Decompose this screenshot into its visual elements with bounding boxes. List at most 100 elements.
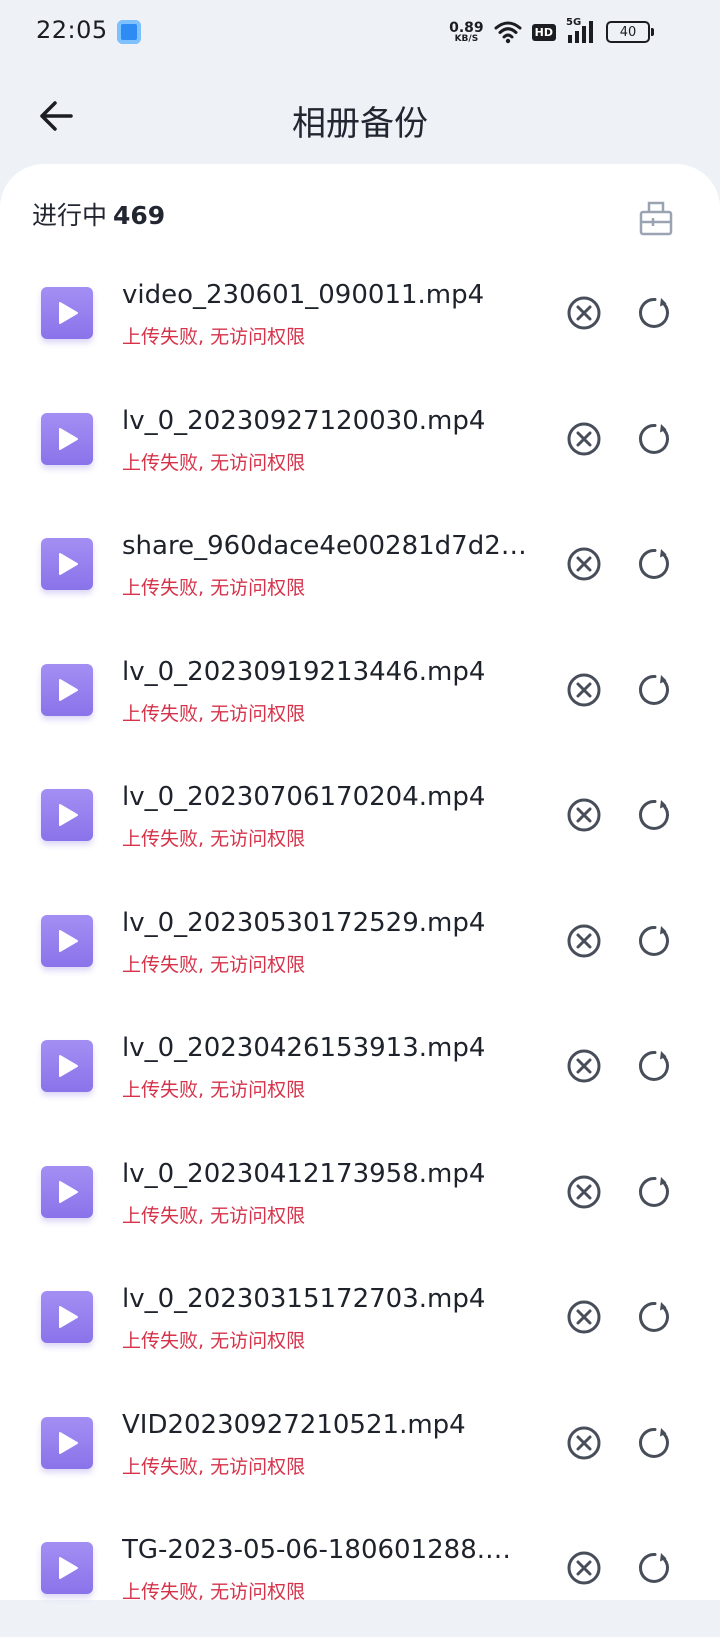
file-status: 上传失败, 无访问权限 [122, 953, 306, 976]
video-play-icon [59, 804, 78, 826]
list-item[interactable]: TG-2023-05-06-180601288.m... 上传失败, 无访问权限 [0, 1511, 720, 1637]
retry-upload-button[interactable] [637, 797, 673, 833]
cancel-upload-button[interactable] [566, 1550, 602, 1586]
cancel-upload-button[interactable] [566, 797, 602, 833]
cancel-upload-button[interactable] [566, 1048, 602, 1084]
cancel-upload-button[interactable] [566, 1174, 602, 1210]
retry-upload-button[interactable] [637, 421, 673, 457]
refresh-icon [639, 674, 669, 705]
cellular-signal: 5G [566, 17, 596, 45]
battery-level: 40 [619, 24, 637, 40]
retry-upload-button[interactable] [637, 923, 673, 959]
video-play-icon [59, 1431, 78, 1454]
list-item[interactable]: lv_0_20230315172703.mp4 上传失败, 无访问权限 [0, 1260, 720, 1386]
video-file-icon [41, 1416, 93, 1469]
video-play-icon [59, 678, 78, 701]
network-speed-value: 0.89 [449, 19, 484, 36]
refresh-icon [639, 1427, 669, 1458]
circle-x-icon [567, 924, 601, 957]
refresh-icon [639, 925, 669, 956]
retry-upload-button[interactable] [637, 1425, 673, 1461]
status-indicators: 0.89 KB/S HD 5G 40 [449, 16, 654, 48]
circle-x-icon [567, 673, 601, 706]
file-name: lv_0_20230426153913.mp4 [122, 1033, 486, 1063]
video-file-icon [41, 1040, 93, 1092]
video-file-icon [41, 789, 93, 841]
file-list: video_230601_090011.mp4 上传失败, 无访问权限 lv_0… [0, 256, 720, 1637]
in-progress-count: 469 [113, 201, 166, 230]
cancel-upload-button[interactable] [566, 1425, 602, 1461]
refresh-icon [639, 1552, 669, 1583]
video-play-icon [59, 553, 78, 575]
status-time: 22:05 [36, 16, 108, 44]
file-status: 上传失败, 无访问权限 [122, 702, 306, 725]
file-name: lv_0_20230530172529.mp4 [122, 907, 486, 938]
cancel-upload-button[interactable] [566, 546, 602, 582]
file-name: TG-2023-05-06-180601288.m... [122, 1535, 532, 1565]
video-file-icon [41, 1291, 93, 1343]
refresh-icon [639, 1176, 669, 1207]
refresh-icon [639, 548, 669, 579]
file-status: 上传失败, 无访问权限 [122, 828, 306, 850]
cancel-upload-button[interactable] [566, 1299, 602, 1335]
retry-upload-button[interactable] [637, 546, 673, 582]
retry-upload-button[interactable] [637, 1299, 673, 1335]
refresh-icon [639, 1301, 669, 1332]
app-notification-icon [117, 20, 141, 44]
list-item[interactable]: video_230601_090011.mp4 上传失败, 无访问权限 [0, 256, 720, 382]
cancel-upload-button[interactable] [566, 295, 602, 331]
video-play-icon [59, 1180, 78, 1203]
retry-upload-button[interactable] [637, 672, 673, 708]
refresh-icon [639, 297, 669, 328]
page-title: 相册备份 [292, 104, 428, 144]
list-item[interactable]: lv_0_20230706170204.mp4 上传失败, 无访问权限 [0, 758, 720, 884]
cancel-upload-button[interactable] [566, 421, 602, 457]
file-status: 上传失败, 无访问权限 [122, 1079, 306, 1101]
list-item[interactable]: lv_0_20230412173958.mp4 上传失败, 无访问权限 [0, 1135, 720, 1261]
cancel-upload-button[interactable] [566, 923, 602, 959]
circle-x-icon [567, 1049, 601, 1083]
list-item[interactable]: share_960dace4e00281d7d20... 上传失败, 无访问权限 [0, 507, 720, 633]
cancel-upload-button[interactable] [566, 672, 602, 708]
list-item[interactable]: lv_0_20230927120030.mp4 上传失败, 无访问权限 [0, 382, 720, 508]
list-item[interactable]: VID20230927210521.mp4 上传失败, 无访问权限 [0, 1386, 720, 1512]
retry-upload-button[interactable] [637, 1550, 673, 1586]
circle-x-icon [567, 422, 601, 455]
hd-badge: HD [531, 23, 556, 41]
video-file-icon [41, 663, 93, 716]
circle-x-icon [567, 798, 601, 832]
video-file-icon [41, 287, 93, 339]
signal-bars-icon [568, 21, 593, 43]
video-play-icon [59, 302, 78, 324]
video-play-icon [59, 1055, 78, 1077]
file-name: VID20230927210521.mp4 [122, 1409, 466, 1440]
retry-upload-button[interactable] [637, 1174, 673, 1210]
video-file-icon [41, 1542, 93, 1594]
retry-upload-button[interactable] [637, 295, 673, 331]
in-progress-label: 进行中 [32, 201, 108, 230]
battery-indicator: 40 [606, 21, 654, 43]
video-file-icon [41, 914, 93, 967]
retry-upload-button[interactable] [637, 1048, 673, 1084]
in-progress-summary: 进行中 469 [32, 196, 165, 232]
file-status: 上传失败, 无访问权限 [122, 577, 306, 599]
video-file-icon [41, 538, 93, 590]
refresh-icon [639, 799, 669, 830]
video-play-icon [59, 427, 78, 450]
list-item[interactable]: lv_0_20230426153913.mp4 上传失败, 无访问权限 [0, 1009, 720, 1135]
list-item[interactable]: lv_0_20230919213446.mp4 上传失败, 无访问权限 [0, 633, 720, 759]
list-item[interactable]: lv_0_20230530172529.mp4 上传失败, 无访问权限 [0, 884, 720, 1010]
clean-button[interactable] [636, 198, 676, 238]
file-name: video_230601_090011.mp4 [122, 280, 485, 310]
circle-x-icon [567, 1551, 601, 1585]
circle-x-icon [567, 1300, 601, 1334]
file-name: lv_0_20230919213446.mp4 [122, 656, 486, 687]
refresh-icon [639, 423, 669, 454]
file-name: lv_0_20230315172703.mp4 [122, 1284, 486, 1314]
file-status: 上传失败, 无访问权限 [122, 1204, 306, 1227]
video-play-icon [59, 1306, 78, 1328]
video-file-icon [41, 412, 93, 465]
video-file-icon [41, 1165, 93, 1218]
file-status: 上传失败, 无访问权限 [122, 326, 306, 348]
app-header: 相册备份 [0, 68, 720, 164]
